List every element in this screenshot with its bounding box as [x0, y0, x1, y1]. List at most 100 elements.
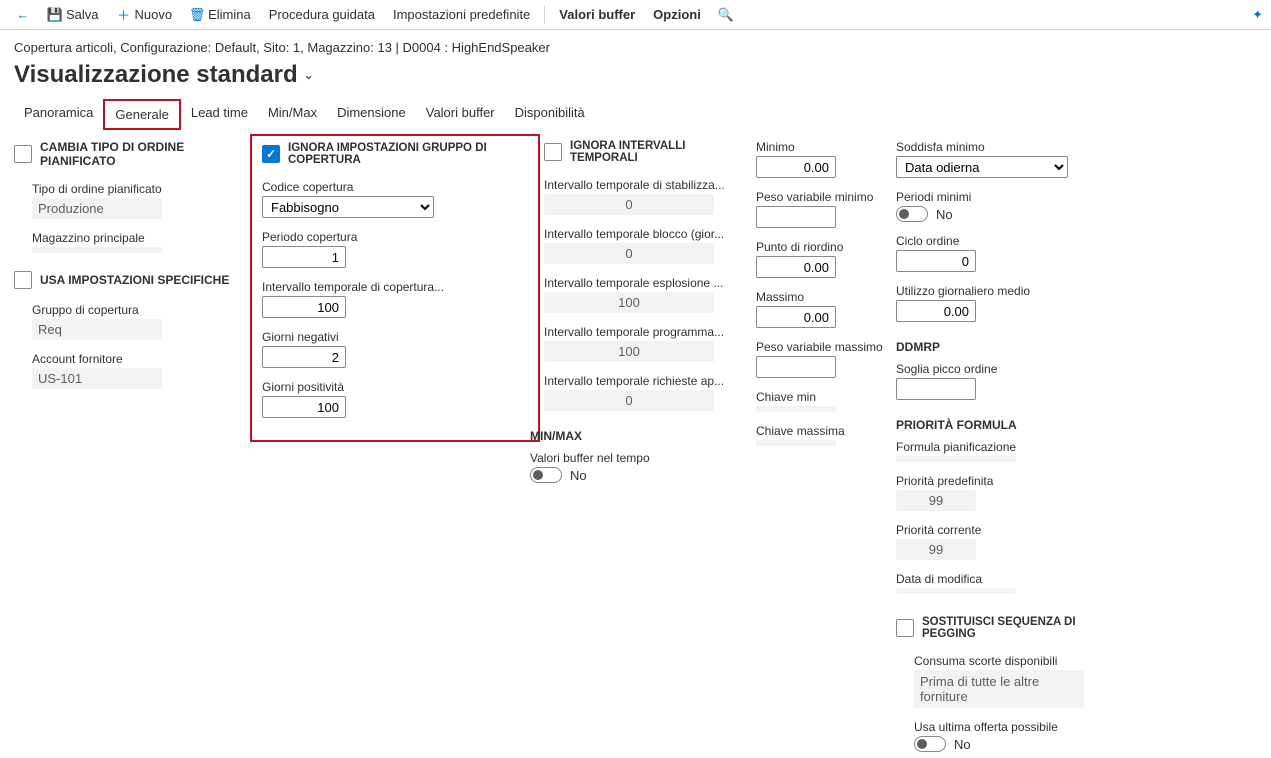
toggle-buffer-label: No: [570, 468, 587, 483]
value-vendor-account: US-101: [32, 368, 162, 389]
select-coverage-code[interactable]: Fabbisogno: [262, 196, 434, 218]
new-label: Nuovo: [135, 7, 173, 22]
label-maximum: Massimo: [756, 290, 896, 304]
label-date-modified: Data di modifica: [896, 572, 1076, 586]
page-title-row[interactable]: Visualizzazione standard ⌄: [0, 59, 1271, 99]
wizard-button[interactable]: Procedura guidata: [261, 3, 383, 26]
label-avg-daily-usage: Utilizzo giornaliero medio: [896, 284, 1076, 298]
section-override-coverage-group: IGNORA IMPOSTAZIONI GRUPPO DI COPERTURA: [262, 142, 528, 166]
new-button[interactable]: ＋ Nuovo: [109, 3, 181, 26]
trash-icon: 🗑: [190, 8, 204, 22]
tab-leadtime[interactable]: Lead time: [181, 99, 258, 130]
buffer-button[interactable]: Valori buffer: [551, 3, 643, 26]
defaults-button[interactable]: Impostazioni predefinite: [385, 3, 538, 26]
copilot-icon[interactable]: ✦: [1252, 7, 1263, 23]
label-min-periods: Periodi minimi: [896, 190, 1076, 204]
value-planning-formula[interactable]: [896, 456, 1016, 462]
section-label: USA IMPOSTAZIONI SPECIFICHE: [40, 273, 229, 287]
label-fulfill-min: Soddisfa minimo: [896, 140, 1076, 154]
checkbox-override-coverage[interactable]: [262, 145, 280, 163]
plus-icon: ＋: [117, 8, 131, 22]
checkbox-change-type[interactable]: [14, 145, 32, 163]
input-minimum[interactable]: [756, 156, 836, 178]
toggle-use-latest-supply[interactable]: [914, 736, 946, 752]
input-coverage-period[interactable]: [262, 246, 346, 268]
save-icon: 💾: [48, 8, 62, 22]
section-priority-formula: PRIORITÀ FORMULA: [896, 418, 1076, 432]
section-label: CAMBIA TIPO DI ORDINE PIANIFICATO: [40, 140, 254, 168]
section-label: IGNORA IMPOSTAZIONI GRUPPO DI COPERTURA: [288, 142, 528, 166]
label-planned-order-type: Tipo di ordine pianificato: [32, 182, 254, 196]
label-order-spike-threshold: Soglia picco ordine: [896, 362, 1076, 376]
input-coverage-timefence[interactable]: [262, 296, 346, 318]
input-negative-days[interactable]: [262, 346, 346, 368]
tab-disponibilita[interactable]: Disponibilità: [505, 99, 595, 130]
defaults-label: Impostazioni predefinite: [393, 7, 530, 22]
section-label: SOSTITUISCI SEQUENZA DI PEGGING: [922, 616, 1076, 640]
label-current-priority: Priorità corrente: [896, 523, 1076, 537]
input-avg-daily-usage[interactable]: [896, 300, 976, 322]
search-button[interactable]: 🔍: [711, 4, 741, 26]
label-schedule-tf: Intervallo temporale programma...: [544, 325, 754, 339]
value-schedule-tf: 100: [544, 341, 714, 362]
chevron-down-icon: ⌄: [304, 68, 314, 82]
section-override-pegging: SOSTITUISCI SEQUENZA DI PEGGING: [896, 616, 1076, 640]
label-use-latest-supply: Usa ultima offerta possibile: [914, 720, 1076, 734]
input-max-var-weight[interactable]: [756, 356, 836, 378]
checkbox-use-specific[interactable]: [14, 271, 32, 289]
value-coverage-group: Req: [32, 319, 162, 340]
back-button[interactable]: ←: [8, 4, 38, 26]
wizard-label: Procedura guidata: [269, 7, 375, 22]
section-use-specific-settings: USA IMPOSTAZIONI SPECIFICHE: [14, 271, 254, 289]
section-ddmrp: DDMRP: [896, 340, 1076, 354]
value-max-key[interactable]: [756, 440, 836, 446]
label-negative-days: Giorni negativi: [262, 330, 528, 344]
label-coverage-code: Codice copertura: [262, 180, 528, 194]
label-minimum: Minimo: [756, 140, 896, 154]
input-positive-days[interactable]: [262, 396, 346, 418]
label-planning-formula: Formula pianificazione: [896, 440, 1076, 454]
checkbox-override-pegging[interactable]: [896, 619, 914, 637]
label-approved-req-tf: Intervallo temporale richieste ap...: [544, 374, 754, 388]
save-button[interactable]: 💾 Salva: [40, 3, 107, 26]
value-current-priority: 99: [896, 539, 976, 560]
section-minmax: MIN/MAX: [530, 429, 754, 443]
label-main-warehouse: Magazzino principale: [32, 231, 254, 245]
value-default-priority: 99: [896, 490, 976, 511]
tab-buffer[interactable]: Valori buffer: [416, 99, 505, 130]
input-order-spike-threshold[interactable]: [896, 378, 976, 400]
tab-dimensione[interactable]: Dimensione: [327, 99, 416, 130]
value-main-warehouse: [32, 247, 162, 253]
page-title: Visualizzazione standard: [14, 61, 298, 89]
label-min-var-weight: Peso variabile minimo: [756, 190, 896, 204]
label-coverage-group: Gruppo di copertura: [32, 303, 254, 317]
toggle-min-periods[interactable]: [896, 206, 928, 222]
input-maximum[interactable]: [756, 306, 836, 328]
label-min-key: Chiave min: [756, 390, 896, 404]
input-order-cycle[interactable]: [896, 250, 976, 272]
delete-button[interactable]: 🗑 Elimina: [182, 3, 259, 26]
input-reorder-point[interactable]: [756, 256, 836, 278]
value-explosion-tf: 100: [544, 292, 714, 313]
options-label: Opzioni: [653, 7, 701, 22]
value-freeze-tf: 0: [544, 194, 714, 215]
label-max-var-weight: Peso variabile massimo: [756, 340, 896, 354]
label-vendor-account: Account fornitore: [32, 352, 254, 366]
label-consume-on-hand: Consuma scorte disponibili: [914, 654, 1076, 668]
toggle-buffer-over-time[interactable]: [530, 467, 562, 483]
label-coverage-period: Periodo copertura: [262, 230, 528, 244]
save-label: Salva: [66, 7, 99, 22]
tab-panoramica[interactable]: Panoramica: [14, 99, 103, 130]
tab-minmax[interactable]: Min/Max: [258, 99, 327, 130]
checkbox-override-timefences[interactable]: [544, 143, 562, 161]
label-positive-days: Giorni positività: [262, 380, 528, 394]
value-consume-on-hand: Prima di tutte le altre forniture: [914, 670, 1084, 708]
select-fulfill-min[interactable]: Data odierna: [896, 156, 1068, 178]
label-lock-tf: Intervallo temporale blocco (gior...: [544, 227, 754, 241]
options-button[interactable]: Opzioni: [645, 3, 709, 26]
label-buffer-over-time: Valori buffer nel tempo: [530, 451, 754, 465]
input-min-var-weight[interactable]: [756, 206, 836, 228]
value-min-key[interactable]: [756, 406, 836, 412]
section-change-planned-order-type: CAMBIA TIPO DI ORDINE PIANIFICATO: [14, 140, 254, 168]
tab-generale[interactable]: Generale: [103, 99, 180, 130]
